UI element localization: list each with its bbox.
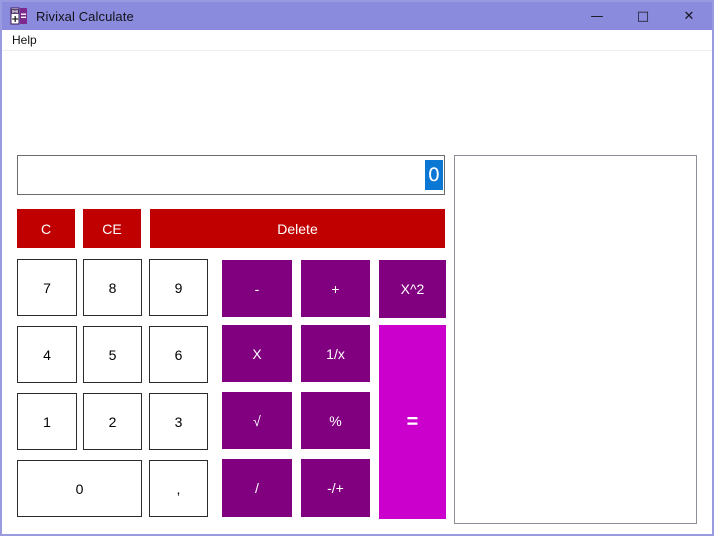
maximize-button[interactable]: □	[620, 2, 666, 30]
percent-label: %	[329, 412, 342, 429]
multiply-button[interactable]: X	[222, 325, 292, 382]
digit-6-button[interactable]: 6	[149, 326, 208, 383]
digit-2-button[interactable]: 2	[83, 393, 142, 450]
digit-7-button[interactable]: 7	[17, 259, 77, 316]
digit-0-button[interactable]: 0	[17, 460, 142, 517]
reciprocal-label: 1/x	[326, 345, 345, 362]
square-root-label: √	[253, 412, 261, 429]
client-area: 0 C CE Delete 7 8 9 4 5 6 1 2 3 0 , - + …	[2, 51, 712, 534]
sign-toggle-label: -/+	[327, 480, 344, 496]
percent-button[interactable]: %	[301, 392, 370, 449]
digit-5-button[interactable]: 5	[83, 326, 142, 383]
close-button[interactable]: ✕	[666, 2, 712, 30]
digit-4-label: 4	[43, 346, 51, 363]
add-button[interactable]: +	[301, 260, 370, 317]
digit-7-label: 7	[43, 279, 51, 296]
sign-toggle-button[interactable]: -/+	[301, 459, 370, 517]
square-root-button[interactable]: √	[222, 392, 292, 449]
subtract-button[interactable]: -	[222, 260, 292, 317]
clear-button[interactable]: C	[17, 209, 75, 248]
history-list[interactable]	[454, 155, 697, 524]
clear-button-label: C	[40, 220, 52, 237]
menu-bar: Help	[2, 30, 712, 51]
decimal-comma-button[interactable]: ,	[149, 460, 208, 517]
minimize-icon: —	[590, 8, 604, 24]
window-controls: — □ ✕	[574, 2, 712, 30]
add-label: +	[331, 280, 340, 297]
divide-label: /	[255, 480, 259, 496]
reciprocal-button[interactable]: 1/x	[301, 325, 370, 382]
title-bar: Rivixal Calculate — □ ✕	[2, 2, 712, 30]
square-button[interactable]: X^2	[379, 260, 446, 318]
digit-8-button[interactable]: 8	[83, 259, 142, 316]
clear-entry-button-label: CE	[102, 220, 122, 237]
delete-button-label: Delete	[277, 220, 318, 237]
maximize-icon: □	[636, 8, 650, 24]
digit-8-label: 8	[108, 279, 117, 296]
clear-entry-button[interactable]: CE	[83, 209, 141, 248]
divide-button[interactable]: /	[222, 459, 292, 517]
digit-3-label: 3	[174, 413, 183, 430]
square-label: X^2	[400, 281, 425, 297]
digit-1-button[interactable]: 1	[17, 393, 77, 450]
window-title: Rivixal Calculate	[36, 8, 134, 24]
digit-1-label: 1	[43, 413, 51, 430]
decimal-comma-label: ,	[176, 480, 181, 497]
equals-label: =	[406, 410, 419, 433]
digit-5-label: 5	[108, 346, 117, 363]
digit-4-button[interactable]: 4	[17, 326, 77, 383]
digit-6-label: 6	[174, 346, 183, 363]
digit-9-button[interactable]: 9	[149, 259, 208, 316]
digit-2-label: 2	[108, 413, 117, 430]
digit-9-label: 9	[174, 279, 183, 296]
display-value: 0	[424, 160, 443, 190]
display-input[interactable]: 0	[17, 155, 445, 195]
digit-0-label: 0	[75, 480, 84, 497]
multiply-label: X	[252, 345, 262, 362]
digit-3-button[interactable]: 3	[149, 393, 208, 450]
minimize-button[interactable]: —	[574, 2, 620, 30]
subtract-label: -	[254, 280, 260, 297]
delete-button[interactable]: Delete	[150, 209, 445, 248]
calculator-icon	[10, 7, 28, 25]
equals-button[interactable]: =	[379, 325, 446, 519]
menu-item-help[interactable]: Help	[2, 31, 45, 49]
calculator-window: Rivixal Calculate — □ ✕ Help 0 C CE Dele…	[0, 0, 714, 536]
close-icon: ✕	[683, 8, 695, 24]
